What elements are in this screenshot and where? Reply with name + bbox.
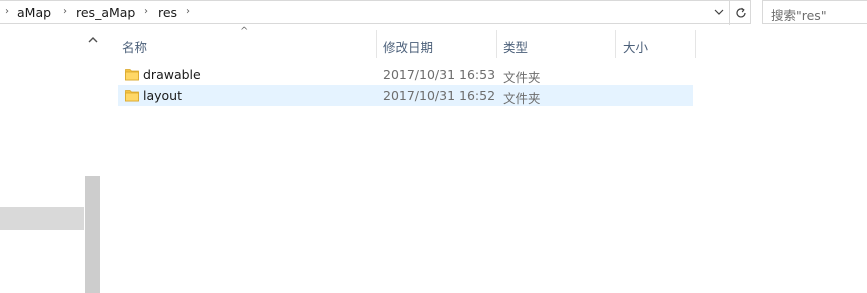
- search-box[interactable]: 搜索"res": [762, 0, 867, 24]
- folder-icon: [125, 90, 139, 102]
- column-header-type[interactable]: 类型: [503, 30, 528, 58]
- refresh-button[interactable]: [729, 1, 751, 25]
- file-type: 文件夹: [503, 91, 541, 106]
- refresh-icon: [735, 7, 746, 18]
- breadcrumb-separator[interactable]: ›: [144, 6, 148, 17]
- breadcrumb-item-res[interactable]: res: [158, 5, 177, 20]
- search-input[interactable]: 搜索"res": [771, 5, 827, 24]
- breadcrumb-separator[interactable]: ›: [63, 6, 67, 17]
- file-row-drawable[interactable]: drawable 2017/10/31 16:53 文件夹: [118, 64, 693, 85]
- breadcrumb-item-res-amap[interactable]: res_aMap: [76, 5, 135, 20]
- chevron-down-icon: [714, 9, 724, 15]
- column-divider[interactable]: [496, 30, 497, 58]
- column-divider[interactable]: [615, 30, 616, 58]
- column-divider[interactable]: [376, 30, 377, 58]
- file-name[interactable]: layout: [143, 88, 182, 103]
- folder-icon: [125, 69, 139, 81]
- column-header-name[interactable]: 名称: [122, 30, 147, 58]
- file-list: ^ 名称 修改日期 类型 大小 drawable 2017/10/31 16:5…: [118, 26, 867, 293]
- address-bar[interactable]: › aMap › res_aMap › res ›: [0, 0, 751, 25]
- breadcrumb-item-amap[interactable]: aMap: [17, 5, 51, 20]
- file-name[interactable]: drawable: [143, 67, 201, 82]
- breadcrumb-separator[interactable]: ›: [5, 6, 9, 17]
- file-type: 文件夹: [503, 70, 541, 85]
- file-date: 2017/10/31 16:52: [383, 88, 496, 103]
- column-divider[interactable]: [695, 30, 696, 58]
- scroll-thumb[interactable]: [85, 176, 100, 293]
- nav-scrollbar[interactable]: [84, 30, 101, 293]
- navigation-pane[interactable]: [0, 30, 101, 293]
- column-header-size[interactable]: 大小: [623, 30, 648, 58]
- address-history-dropdown[interactable]: [711, 4, 727, 20]
- scroll-up-button[interactable]: [84, 30, 101, 50]
- chevron-up-icon: [88, 37, 97, 43]
- file-date: 2017/10/31 16:53: [383, 67, 496, 82]
- nav-selected-item[interactable]: [0, 207, 84, 230]
- breadcrumb-separator[interactable]: ›: [186, 6, 190, 17]
- column-header-date[interactable]: 修改日期: [383, 30, 433, 58]
- file-row-layout[interactable]: layout 2017/10/31 16:52 文件夹: [118, 85, 693, 106]
- sort-ascending-icon: ^: [240, 26, 249, 37]
